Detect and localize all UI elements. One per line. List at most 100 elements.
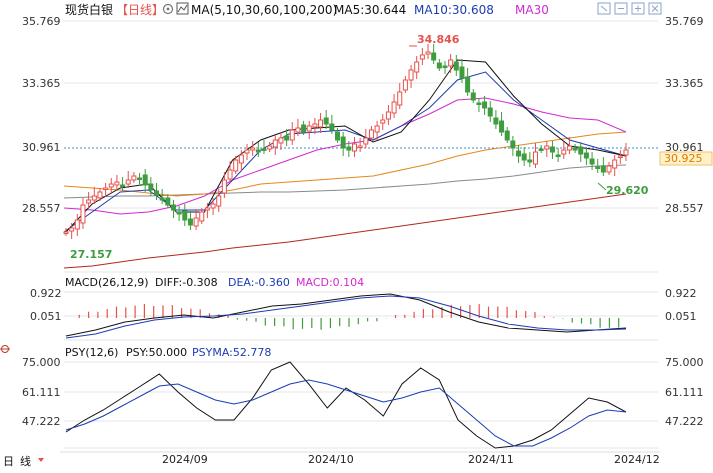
candle-body bbox=[459, 66, 465, 79]
candle-body bbox=[131, 175, 137, 181]
candle-body bbox=[301, 124, 307, 133]
x-axis: 2024/09 2024/10 2024/11 2024/12 bbox=[60, 451, 660, 466]
candle-body bbox=[142, 174, 148, 186]
macd-tick: 0.051 bbox=[665, 310, 697, 323]
period-label[interactable]: 【日线】 bbox=[116, 3, 164, 17]
candle-body bbox=[182, 210, 188, 221]
candle-body bbox=[267, 145, 273, 150]
macd-tick: 0.922 bbox=[30, 287, 62, 300]
line-mode-button[interactable]: 日 线 bbox=[3, 454, 44, 468]
x-tick: 2024/09 bbox=[162, 453, 208, 466]
candle-body bbox=[380, 119, 386, 124]
candle-body bbox=[318, 119, 324, 128]
psy-tick: 47.222 bbox=[22, 415, 61, 428]
grid bbox=[64, 20, 658, 449]
candle-body bbox=[187, 218, 193, 226]
candle-body bbox=[487, 107, 493, 117]
price-tick: 35.769 bbox=[665, 15, 704, 28]
psy-tick: 75.000 bbox=[22, 356, 61, 369]
candle-body bbox=[606, 165, 612, 173]
drag-handle-icon[interactable] bbox=[0, 345, 10, 353]
silver-daily-chart[interactable]: 现货白银 【日线】 MA(5,10,30,60,100,200) MA5:30.… bbox=[0, 0, 713, 469]
candle-body bbox=[74, 219, 80, 230]
candle-body bbox=[250, 147, 256, 151]
candle-body bbox=[465, 76, 471, 93]
candle-body bbox=[453, 61, 459, 71]
candle-body bbox=[278, 137, 284, 144]
macd-dea: DEA:-0.360 bbox=[228, 276, 290, 289]
psy-lines bbox=[65, 361, 627, 449]
macd-tick: 0.922 bbox=[665, 287, 697, 300]
candle-body bbox=[561, 149, 567, 155]
macd-dea-line bbox=[65, 295, 627, 339]
line-mode-label: 日 bbox=[3, 455, 14, 468]
candle-body bbox=[120, 184, 126, 187]
dropdown-icon bbox=[38, 458, 44, 462]
price-tick: 30.961 bbox=[22, 141, 61, 154]
candle-body bbox=[329, 123, 335, 131]
macd-histogram bbox=[78, 304, 620, 330]
candle-body bbox=[357, 145, 363, 148]
candle-body bbox=[493, 117, 499, 125]
candle-body bbox=[346, 146, 352, 151]
candle-body bbox=[504, 130, 510, 141]
candle-body bbox=[414, 61, 420, 73]
candle-body bbox=[108, 183, 114, 188]
min-price-label: 27.157 bbox=[70, 248, 112, 261]
x-tick: 2024/11 bbox=[468, 453, 514, 466]
candle-body bbox=[436, 62, 442, 69]
candle-body bbox=[295, 127, 301, 133]
candle-body bbox=[69, 227, 75, 232]
price-tick: 28.557 bbox=[665, 202, 704, 215]
psy-line bbox=[65, 361, 627, 449]
recent-low-pointer bbox=[597, 182, 607, 191]
ma30-value: MA30 bbox=[515, 3, 549, 17]
close-icon[interactable] bbox=[648, 2, 662, 15]
candle-body bbox=[470, 92, 476, 101]
ma200-line bbox=[63, 193, 627, 269]
candle-body bbox=[103, 187, 109, 190]
candle-body bbox=[86, 199, 92, 204]
settings-icon[interactable] bbox=[162, 3, 174, 15]
candle-body bbox=[527, 159, 533, 163]
current-price: 30.925 bbox=[664, 152, 703, 165]
psy-tick: 61.111 bbox=[665, 386, 704, 399]
line-mode-label: 线 bbox=[20, 454, 31, 468]
candle-body bbox=[583, 152, 589, 159]
psy-header: PSY(12,6) bbox=[65, 346, 118, 359]
psy-tick: 61.111 bbox=[22, 386, 61, 399]
candle-body bbox=[612, 159, 618, 169]
candle-body bbox=[312, 123, 318, 128]
candle-body bbox=[204, 207, 210, 211]
candle-body bbox=[255, 149, 261, 153]
candle-body bbox=[510, 140, 516, 149]
psy-tick: 75.000 bbox=[665, 356, 704, 369]
candle-body bbox=[538, 148, 544, 151]
candle-body bbox=[227, 169, 233, 180]
psyma-line bbox=[65, 379, 627, 447]
candle-body bbox=[425, 51, 431, 55]
instrument-title: 现货白银 bbox=[65, 2, 113, 17]
zoom-in-icon[interactable] bbox=[631, 2, 645, 15]
candle-body bbox=[476, 102, 482, 105]
x-tick: 2024/12 bbox=[614, 453, 660, 466]
candle-body bbox=[125, 179, 131, 185]
macd-diff: DIFF:-0.308 bbox=[155, 276, 218, 289]
candle-body bbox=[335, 131, 341, 141]
candle-body bbox=[482, 101, 488, 109]
candle-body bbox=[210, 203, 216, 209]
ma10-value: MA10:30.608 bbox=[414, 3, 494, 17]
candle-body bbox=[623, 149, 629, 156]
candle-body bbox=[544, 145, 550, 150]
ma-params: MA(5,10,30,60,100,200) bbox=[191, 3, 337, 17]
candle-body bbox=[221, 179, 227, 194]
candle-body bbox=[448, 59, 454, 67]
ma5-value: MA5:30.644 bbox=[334, 3, 406, 17]
candle-body bbox=[137, 177, 143, 180]
candle-body bbox=[216, 195, 222, 207]
zoom-out-icon[interactable] bbox=[614, 2, 628, 15]
candle-body bbox=[351, 143, 357, 152]
chart-tools-icon[interactable] bbox=[597, 2, 611, 15]
candle-body bbox=[516, 150, 522, 157]
candle-body bbox=[385, 111, 391, 120]
